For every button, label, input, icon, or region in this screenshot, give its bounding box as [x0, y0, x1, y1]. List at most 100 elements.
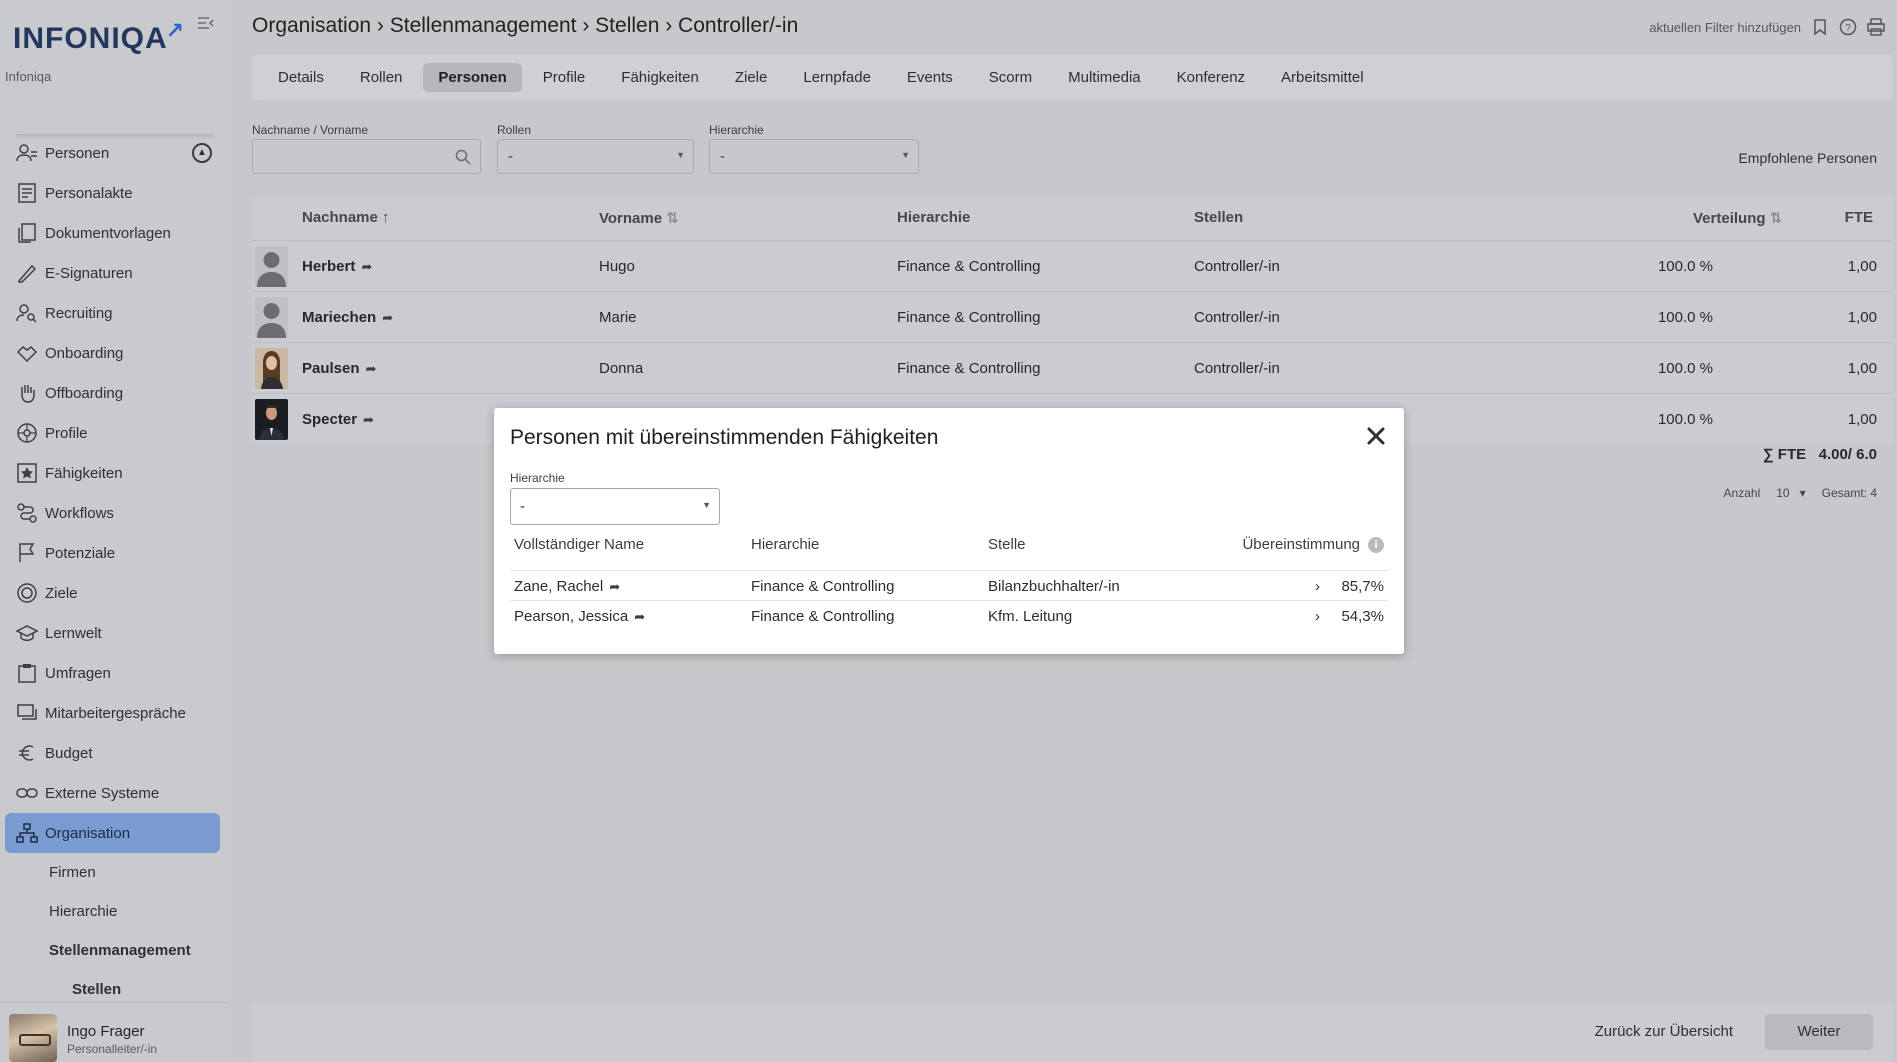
- sidebar-item-externe-systeme[interactable]: Externe Systeme: [0, 773, 230, 813]
- dialog-hierarchy-value: -: [520, 498, 525, 515]
- hierarchy-select[interactable]: - ▼: [709, 139, 919, 174]
- column-header-distribution[interactable]: Verteilung ⇅: [1693, 209, 1782, 227]
- sidebar-item-lernwelt[interactable]: Lernwelt: [0, 613, 230, 653]
- bookmark-icon[interactable]: [1811, 18, 1829, 36]
- tab-faehigkeiten[interactable]: Fähigkeiten: [606, 63, 714, 92]
- tab-lernpfade[interactable]: Lernpfade: [788, 63, 886, 92]
- recommended-persons-button[interactable]: Empfohlene Personen: [1738, 150, 1877, 166]
- sidebar-subitem-stellenmanagement[interactable]: Stellenmanagement: [0, 931, 230, 970]
- sidebar-item-dokumentvorlagen[interactable]: Dokumentvorlagen: [0, 213, 230, 253]
- tab-ziele[interactable]: Ziele: [720, 63, 783, 92]
- dialog-hierarchy-select[interactable]: - ▼: [510, 488, 720, 525]
- sidebar-item-label: Recruiting: [45, 304, 113, 322]
- name-search-input[interactable]: [252, 139, 481, 174]
- column-header-firstname[interactable]: Vorname ⇅: [599, 209, 679, 227]
- fullname-cell[interactable]: Zane, Rachel ➦: [514, 578, 620, 595]
- handshake-icon: [14, 340, 40, 366]
- lastname-cell[interactable]: Specter ➦: [302, 411, 374, 428]
- lastname-cell[interactable]: Herbert ➦: [302, 258, 372, 275]
- tab-scorm[interactable]: Scorm: [974, 63, 1047, 92]
- firstname-cell: Marie: [599, 309, 637, 326]
- sidebar-item-onboarding[interactable]: Onboarding: [0, 333, 230, 373]
- page-size-select[interactable]: 10 ▾: [1776, 486, 1805, 500]
- sidebar-item-budget[interactable]: Budget: [0, 733, 230, 773]
- sidebar-item-ziele[interactable]: Ziele: [0, 573, 230, 613]
- column-header-fullname: Vollständiger Name: [514, 536, 645, 553]
- table-row[interactable]: Mariechen ➦ Marie Finance & Controlling C…: [252, 291, 1893, 342]
- tab-rollen[interactable]: Rollen: [345, 63, 418, 92]
- sidebar-subitem-firmen[interactable]: Firmen: [0, 853, 230, 892]
- tab-profile[interactable]: Profile: [528, 63, 601, 92]
- table-row[interactable]: Zane, Rachel ➦ Finance & Controlling Bila…: [510, 570, 1388, 600]
- total-count: Gesamt: 4: [1821, 486, 1877, 500]
- next-button[interactable]: Weiter: [1765, 1014, 1873, 1050]
- share-arrow-icon[interactable]: ➦: [366, 361, 377, 377]
- help-icon[interactable]: ?: [1839, 18, 1857, 36]
- print-icon[interactable]: [1867, 18, 1885, 36]
- chevron-right-icon[interactable]: ›: [1315, 578, 1320, 595]
- position-cell: Bilanzbuchhalter/-in: [988, 578, 1120, 595]
- tab-bar: Details Rollen Personen Profile Fähigkei…: [252, 54, 1893, 101]
- sidebar-item-recruiting[interactable]: Recruiting: [0, 293, 230, 333]
- tab-konferenz[interactable]: Konferenz: [1162, 63, 1260, 92]
- chevron-right-icon[interactable]: ›: [1315, 608, 1320, 625]
- add-filter-link[interactable]: aktuellen Filter hinzufügen: [1649, 20, 1801, 35]
- tab-events[interactable]: Events: [892, 63, 968, 92]
- expand-icon[interactable]: ▲: [192, 143, 212, 163]
- user-profile[interactable]: Ingo Frager Personalleiter/-in: [0, 1002, 230, 1062]
- sidebar-item-e-signaturen[interactable]: E-Signaturen: [0, 253, 230, 293]
- back-to-overview-button[interactable]: Zurück zur Übersicht: [1595, 1023, 1733, 1040]
- info-icon[interactable]: i: [1368, 537, 1384, 554]
- share-arrow-icon[interactable]: ➦: [609, 579, 620, 595]
- chevron-down-icon: ▼: [702, 500, 711, 510]
- hierarchy-cell: Finance & Controlling: [897, 258, 1041, 275]
- clipboard-icon: [14, 660, 40, 686]
- firstname-cell: Hugo: [599, 258, 635, 275]
- lastname-cell[interactable]: Mariechen ➦: [302, 309, 393, 326]
- share-arrow-icon[interactable]: ➦: [363, 412, 374, 428]
- column-header-positions[interactable]: Stellen: [1194, 209, 1243, 226]
- sidebar-item-label: Lernwelt: [45, 624, 102, 642]
- fullname-cell[interactable]: Pearson, Jessica ➦: [514, 608, 645, 625]
- collapse-sidebar-icon[interactable]: [197, 16, 215, 30]
- table-row[interactable]: Paulsen ➦ Donna Finance & Controlling Con…: [252, 342, 1893, 393]
- sidebar-item-label: E-Signaturen: [45, 264, 133, 282]
- tab-arbeitsmittel[interactable]: Arbeitsmittel: [1266, 63, 1379, 92]
- tab-multimedia[interactable]: Multimedia: [1053, 63, 1156, 92]
- sidebar-item-personalakte[interactable]: Personalakte: [0, 173, 230, 213]
- sidebar-subitem-hierarchie[interactable]: Hierarchie: [0, 892, 230, 931]
- sidebar-item-workflows[interactable]: Workflows: [0, 493, 230, 533]
- person-photo: [255, 246, 288, 287]
- sidebar-item-mitarbeitergespraeche[interactable]: Mitarbeitergespräche: [0, 693, 230, 733]
- roles-select[interactable]: - ▼: [497, 139, 694, 174]
- lastname-cell[interactable]: Paulsen ➦: [302, 360, 376, 377]
- sidebar-item-umfragen[interactable]: Umfragen: [0, 653, 230, 693]
- column-header-lastname[interactable]: Nachname ↑: [302, 209, 390, 226]
- table-row[interactable]: Herbert ➦ Hugo Finance & Controlling Cont…: [252, 240, 1893, 291]
- persons-table: Nachname ↑ Vorname ⇅ Hierarchie Stellen …: [252, 196, 1893, 444]
- tab-details[interactable]: Details: [263, 63, 339, 92]
- tab-personen[interactable]: Personen: [423, 63, 522, 92]
- column-header-hierarchy[interactable]: Hierarchie: [897, 209, 970, 226]
- share-arrow-icon[interactable]: ➦: [382, 310, 393, 326]
- hierarchy-cell: Finance & Controlling: [897, 309, 1041, 326]
- share-arrow-icon[interactable]: ➦: [361, 259, 372, 275]
- column-header-fte[interactable]: FTE: [1845, 209, 1873, 226]
- share-arrow-icon[interactable]: ➦: [634, 609, 645, 625]
- sidebar-item-label: Umfragen: [45, 664, 111, 682]
- close-icon[interactable]: [1364, 424, 1388, 448]
- table-row[interactable]: Pearson, Jessica ➦ Finance & Controlling …: [510, 600, 1388, 630]
- sidebar-item-label: Workflows: [45, 504, 114, 522]
- sidebar-item-potenziale[interactable]: Potenziale: [0, 533, 230, 573]
- sidebar-item-profile[interactable]: Profile: [0, 413, 230, 453]
- sidebar-item-organisation[interactable]: Organisation: [5, 813, 220, 853]
- sidebar-item-personen[interactable]: Personen ▲: [0, 133, 230, 173]
- sidebar-item-faehigkeiten[interactable]: Fähigkeiten: [0, 453, 230, 493]
- position-cell: Controller/-in: [1194, 258, 1280, 275]
- svg-text:?: ?: [1845, 23, 1851, 34]
- sidebar-item-label: Potenziale: [45, 544, 116, 562]
- sidebar-item-label: Personalakte: [45, 184, 133, 202]
- sidebar-item-label: Onboarding: [45, 344, 124, 362]
- infoniqa-logo[interactable]: INFONIQA↗: [13, 18, 187, 56]
- sidebar-item-offboarding[interactable]: Offboarding: [0, 373, 230, 413]
